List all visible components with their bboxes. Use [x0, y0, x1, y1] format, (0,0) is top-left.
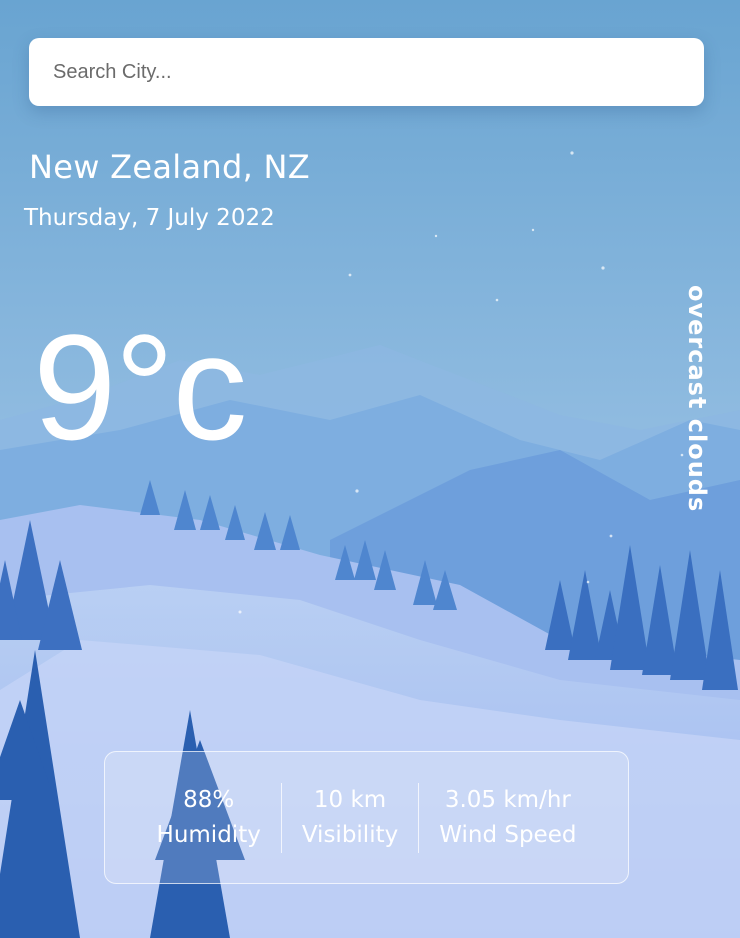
weather-stats-card: 88% Humidity 10 km Visibility 3.05 km/hr… — [104, 751, 629, 884]
visibility-stat: 10 km Visibility — [280, 782, 418, 853]
humidity-value: 88% — [183, 786, 235, 813]
humidity-label: Humidity — [156, 821, 261, 848]
weather-condition: overcast clouds — [683, 285, 711, 513]
search-input[interactable] — [51, 59, 682, 85]
humidity-stat: 88% Humidity — [137, 783, 281, 853]
visibility-value: 10 km — [313, 786, 387, 813]
location-title: New Zealand, NZ — [29, 148, 310, 186]
visibility-label: Visibility — [301, 821, 399, 848]
wind-speed-value: 3.05 km/hr — [444, 786, 571, 813]
date-label: Thursday, 7 July 2022 — [24, 205, 275, 231]
temperature-display: 9°c — [33, 303, 247, 471]
search-box[interactable] — [29, 38, 704, 106]
wind-speed-label: Wind Speed — [439, 821, 577, 848]
wind-speed-stat: 3.05 km/hr Wind Speed — [418, 782, 596, 853]
